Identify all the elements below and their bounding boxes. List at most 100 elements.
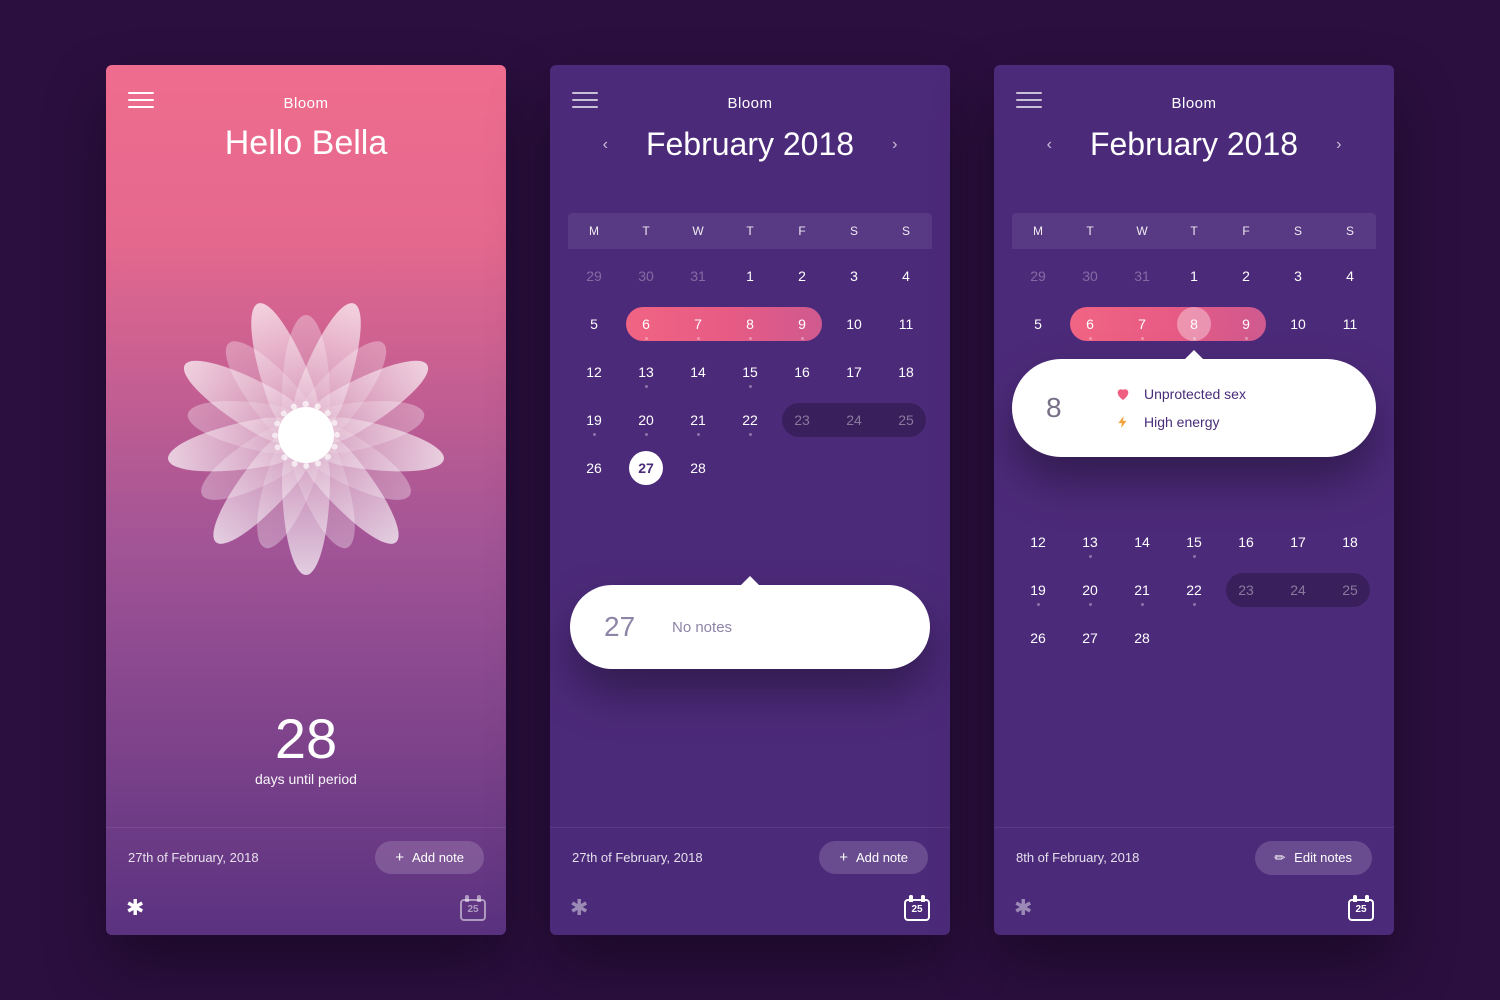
calendar-day[interactable]: 30 bbox=[620, 255, 672, 297]
calendar-day[interactable]: 24 bbox=[828, 399, 880, 441]
calendar-day[interactable]: 21 bbox=[1116, 569, 1168, 611]
calendar-day[interactable] bbox=[1272, 617, 1324, 659]
calendar-day[interactable]: 24 bbox=[1272, 569, 1324, 611]
calendar-day[interactable]: 17 bbox=[828, 351, 880, 393]
calendar-day[interactable] bbox=[724, 447, 776, 489]
calendar-day[interactable]: 9 bbox=[776, 303, 828, 345]
calendar-day[interactable]: 2 bbox=[1220, 255, 1272, 297]
calendar-day[interactable]: 7 bbox=[1116, 303, 1168, 345]
calendar-day[interactable]: 19 bbox=[1012, 569, 1064, 611]
calendar-day[interactable]: 5 bbox=[568, 303, 620, 345]
popover-day: 8 bbox=[1046, 392, 1086, 424]
day-popover[interactable]: 8 Unprotected sex bbox=[1012, 359, 1376, 457]
day-popover[interactable]: 27 No notes bbox=[570, 585, 930, 669]
calendar-day[interactable]: 12 bbox=[568, 351, 620, 393]
next-month-button[interactable]: › bbox=[882, 130, 907, 160]
calendar-day[interactable]: 26 bbox=[568, 447, 620, 489]
calendar-day[interactable]: 7 bbox=[672, 303, 724, 345]
calendar-day[interactable]: 31 bbox=[672, 255, 724, 297]
calendar-icon[interactable]: 25 bbox=[460, 895, 486, 921]
calendar-header: Bloom ‹ February 2018 › bbox=[550, 65, 950, 163]
calendar-day[interactable] bbox=[880, 447, 932, 489]
calendar-screen-a: Bloom ‹ February 2018 › MTWTFSS293031123… bbox=[550, 65, 950, 935]
menu-icon[interactable] bbox=[128, 87, 154, 113]
home-icon[interactable]: ✱ bbox=[1014, 895, 1032, 921]
calendar-day[interactable]: 18 bbox=[1324, 521, 1376, 563]
calendar-day[interactable]: 23 bbox=[776, 399, 828, 441]
calendar-day[interactable]: 22 bbox=[724, 399, 776, 441]
calendar-day[interactable]: 19 bbox=[568, 399, 620, 441]
calendar-day[interactable]: 18 bbox=[880, 351, 932, 393]
home-icon[interactable]: ✱ bbox=[570, 895, 588, 921]
calendar-day[interactable]: 8 bbox=[724, 303, 776, 345]
calendar-day[interactable]: 4 bbox=[1324, 255, 1376, 297]
calendar-day[interactable]: 10 bbox=[828, 303, 880, 345]
calendar-day[interactable]: 29 bbox=[1012, 255, 1064, 297]
calendar-icon[interactable]: 25 bbox=[904, 895, 930, 921]
dow-cell: T bbox=[620, 213, 672, 249]
home-icon[interactable]: ✱ bbox=[126, 895, 144, 921]
calendar-day[interactable]: 15 bbox=[724, 351, 776, 393]
calendar-day[interactable]: 3 bbox=[828, 255, 880, 297]
calendar-day[interactable]: 23 bbox=[1220, 569, 1272, 611]
calendar-day[interactable]: 16 bbox=[776, 351, 828, 393]
countdown: 28 days until period bbox=[106, 706, 506, 787]
calendar-day[interactable]: 11 bbox=[1324, 303, 1376, 345]
edit-notes-button[interactable]: ✎ Edit notes bbox=[1255, 841, 1372, 875]
calendar-day[interactable]: 13 bbox=[620, 351, 672, 393]
calendar-day[interactable]: 1 bbox=[724, 255, 776, 297]
calendar-day[interactable] bbox=[1324, 617, 1376, 659]
add-note-button[interactable]: + Add note bbox=[375, 841, 484, 874]
calendar-day[interactable]: 16 bbox=[1220, 521, 1272, 563]
calendar-day[interactable] bbox=[828, 447, 880, 489]
calendar-day[interactable]: 27 bbox=[629, 451, 663, 485]
calendar-day[interactable]: 25 bbox=[1324, 569, 1376, 611]
calendar-day[interactable]: 28 bbox=[1116, 617, 1168, 659]
calendar-icon[interactable]: 25 bbox=[1348, 895, 1374, 921]
add-note-button[interactable]: + Add note bbox=[819, 841, 928, 874]
calendar-day[interactable] bbox=[1168, 617, 1220, 659]
greeting: Hello Bella bbox=[106, 124, 506, 163]
calendar-day[interactable]: 5 bbox=[1012, 303, 1064, 345]
calendar-day[interactable]: 28 bbox=[672, 447, 724, 489]
prev-month-button[interactable]: ‹ bbox=[593, 130, 618, 160]
menu-icon[interactable] bbox=[572, 87, 598, 113]
calendar-day[interactable]: 2 bbox=[776, 255, 828, 297]
calendar-day[interactable]: 21 bbox=[672, 399, 724, 441]
note-text: High energy bbox=[1144, 414, 1220, 430]
calendar-day[interactable]: 6 bbox=[1064, 303, 1116, 345]
calendar-day[interactable]: 14 bbox=[672, 351, 724, 393]
calendar-day[interactable]: 13 bbox=[1064, 521, 1116, 563]
add-note-label: Add note bbox=[856, 850, 908, 865]
dow-cell: T bbox=[724, 213, 776, 249]
menu-icon[interactable] bbox=[1016, 87, 1042, 113]
calendar-day[interactable]: 27 bbox=[1064, 617, 1116, 659]
next-month-button[interactable]: › bbox=[1326, 130, 1351, 160]
flower-graphic bbox=[106, 163, 506, 706]
calendar-day[interactable]: 11 bbox=[880, 303, 932, 345]
calendar-day[interactable] bbox=[776, 447, 828, 489]
heart-icon bbox=[1114, 385, 1132, 403]
calendar-day[interactable]: 29 bbox=[568, 255, 620, 297]
calendar-day[interactable]: 4 bbox=[880, 255, 932, 297]
calendar-day[interactable]: 8 bbox=[1168, 303, 1220, 345]
calendar-day[interactable]: 10 bbox=[1272, 303, 1324, 345]
calendar-day[interactable]: 1 bbox=[1168, 255, 1220, 297]
calendar-day[interactable] bbox=[1220, 617, 1272, 659]
calendar-day[interactable]: 22 bbox=[1168, 569, 1220, 611]
calendar-day[interactable]: 12 bbox=[1012, 521, 1064, 563]
calendar-day[interactable]: 20 bbox=[620, 399, 672, 441]
calendar-day[interactable]: 15 bbox=[1168, 521, 1220, 563]
calendar-day[interactable]: 14 bbox=[1116, 521, 1168, 563]
calendar-day[interactable]: 31 bbox=[1116, 255, 1168, 297]
calendar-day[interactable]: 6 bbox=[620, 303, 672, 345]
calendar-day[interactable]: 20 bbox=[1064, 569, 1116, 611]
app-name: Bloom bbox=[106, 95, 506, 112]
calendar-day[interactable]: 30 bbox=[1064, 255, 1116, 297]
calendar-day[interactable]: 25 bbox=[880, 399, 932, 441]
calendar-day[interactable]: 3 bbox=[1272, 255, 1324, 297]
calendar-day[interactable]: 17 bbox=[1272, 521, 1324, 563]
calendar-day[interactable]: 26 bbox=[1012, 617, 1064, 659]
prev-month-button[interactable]: ‹ bbox=[1037, 130, 1062, 160]
calendar-day[interactable]: 9 bbox=[1220, 303, 1272, 345]
